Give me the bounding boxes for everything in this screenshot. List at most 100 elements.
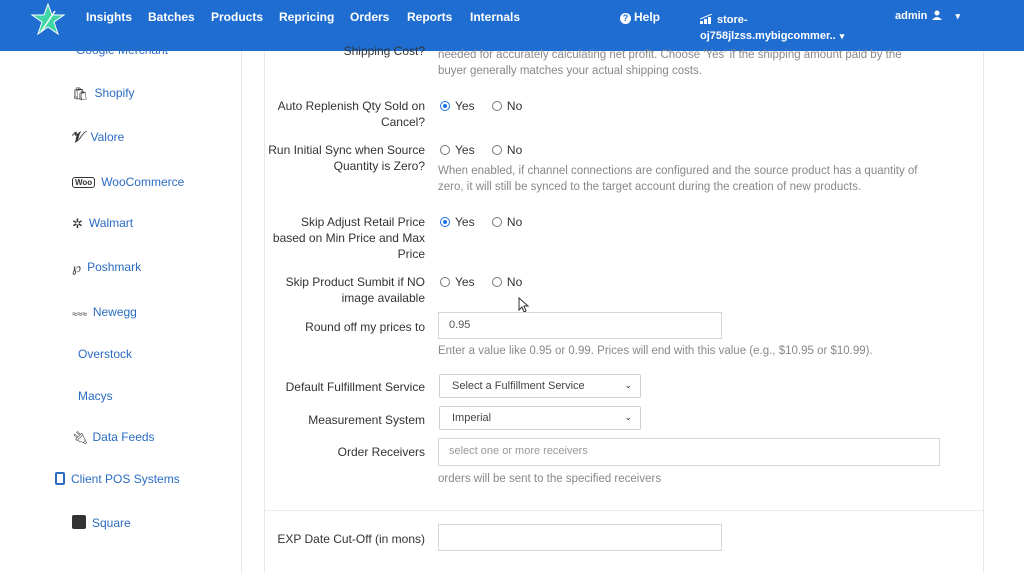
sidebar-item-poshmark[interactable]: ℘ Poshmark xyxy=(72,260,141,276)
skip-submit-label-line2: image available xyxy=(341,291,425,305)
skip-adjust-label: Skip Adjust Retail Price based on Min Pr… xyxy=(255,214,425,262)
nav-internals[interactable]: Internals xyxy=(470,10,520,24)
skip-submit-label: Skip Product Sumbit if NO image availabl… xyxy=(255,274,425,306)
sidebar-item-label: Walmart xyxy=(88,216,134,230)
measurement-select[interactable]: Imperial ⌄ xyxy=(439,406,641,430)
nav-products[interactable]: Products xyxy=(211,10,263,24)
nav-batches[interactable]: Batches xyxy=(148,10,195,24)
radio-empty-icon xyxy=(491,101,502,111)
radio-empty-icon xyxy=(440,145,450,155)
yes-label: Yes xyxy=(455,275,475,289)
auto-replenish-no[interactable]: No xyxy=(491,99,523,113)
chevron-down-icon: ⌄ xyxy=(624,380,632,390)
section-divider xyxy=(264,510,984,511)
exp-date-label: EXP Date Cut-Off (in mons) xyxy=(277,532,425,546)
round-off-input[interactable]: 0.95 xyxy=(438,312,722,339)
admin-caret-icon: ▾ xyxy=(955,11,961,21)
sidebar-item-label: Client POS Systems xyxy=(71,472,180,486)
sidebar-item-woocommerce[interactable]: Woo WooCommerce xyxy=(72,175,184,189)
initial-sync-yes[interactable]: Yes xyxy=(440,143,475,157)
walmart-icon: ✲ xyxy=(72,216,83,231)
measurement-selected-value: Imperial xyxy=(452,412,492,424)
exp-date-input[interactable] xyxy=(438,524,722,551)
help-question-icon: ? xyxy=(620,13,631,24)
auto-replenish-yes[interactable]: Yes xyxy=(440,99,475,113)
admin-menu[interactable]: admin ▾ xyxy=(895,10,960,22)
sidebar-item-overstock[interactable]: Overstock xyxy=(78,347,132,361)
round-off-help: Enter a value like 0.95 or 0.99. Prices … xyxy=(438,345,873,357)
sidebar-item-walmart[interactable]: ✲ Walmart xyxy=(72,216,133,232)
receivers-label: Order Receivers xyxy=(337,445,425,459)
sidebar-item-label: Shopify xyxy=(94,86,135,100)
shipping-help-1: needed for accurately calculating net pr… xyxy=(438,49,902,61)
sidebar-item-square[interactable]: Square xyxy=(72,515,131,530)
sidebar-item-newegg[interactable]: ≈≈≈ Newegg xyxy=(72,305,137,319)
sidebar-item-label: Poshmark xyxy=(87,260,142,274)
settings-form: Shipping Cost? needed for accurately cal… xyxy=(242,44,1024,573)
skip-adjust-label-line1: Skip Adjust Retail Price xyxy=(300,215,425,229)
fulfillment-select[interactable]: Select a Fulfillment Service ⌄ xyxy=(439,374,641,398)
measurement-label: Measurement System xyxy=(308,413,425,427)
yes-label: Yes xyxy=(455,143,475,157)
yes-label: Yes xyxy=(455,215,475,229)
initial-sync-help-2: zero, it will still be synced to the tar… xyxy=(438,181,862,193)
square-icon xyxy=(72,515,86,529)
radio-empty-icon xyxy=(491,217,502,227)
logo-star-icon[interactable] xyxy=(30,2,66,38)
radio-empty-icon xyxy=(440,277,450,287)
initial-sync-label-line1: Run Initial Sync when Source xyxy=(268,143,425,157)
initial-sync-radio-group: Yes No xyxy=(440,143,536,157)
receivers-help: orders will be sent to the specified rec… xyxy=(438,473,662,485)
radio-empty-icon xyxy=(491,277,502,287)
sidebar-item-shopify[interactable]: 🛍 Shopify xyxy=(72,86,135,102)
auto-replenish-radio-group: Yes No xyxy=(440,99,536,113)
valore-icon: 𝒱 xyxy=(72,129,85,146)
store-chart-icon xyxy=(700,14,713,24)
store-caret-icon: ▾ xyxy=(839,31,845,41)
help-link[interactable]: ? Help xyxy=(620,10,660,24)
skip-adjust-yes[interactable]: Yes xyxy=(440,215,475,229)
help-label: Help xyxy=(634,10,661,24)
nav-repricing[interactable]: Repricing xyxy=(279,10,334,24)
store-selector[interactable]: store- oj758jlzss.mybigcommer.. ▾ xyxy=(700,12,844,44)
sidebar-item-google-merchant[interactable]: Google Merchant xyxy=(76,43,168,57)
no-label: No xyxy=(506,99,523,113)
woocommerce-icon: Woo xyxy=(72,177,96,188)
sidebar-item-label: Data Feeds xyxy=(92,430,155,444)
user-icon xyxy=(932,10,943,20)
sidebar-item-label: WooCommerce xyxy=(101,175,185,189)
nav-orders[interactable]: Orders xyxy=(350,10,389,24)
skip-submit-radio-group: Yes No xyxy=(440,275,536,289)
sidebar-item-label: Square xyxy=(92,516,131,530)
sidebar-item-valore[interactable]: 𝒱 Valore xyxy=(72,129,124,146)
skip-submit-yes[interactable]: Yes xyxy=(440,275,475,289)
skip-adjust-label-line3: Price xyxy=(397,247,425,261)
nav-reports[interactable]: Reports xyxy=(407,10,452,24)
store-name-line2: oj758jlzss.mybigcommer.. xyxy=(700,30,836,42)
initial-sync-label: Run Initial Sync when Source Quantity is… xyxy=(255,142,425,174)
sidebar-item-client-pos-systems[interactable]: Client POS Systems xyxy=(55,472,180,486)
no-label: No xyxy=(506,215,523,229)
newegg-icon: ≈≈≈ xyxy=(72,309,87,319)
round-off-label: Round off my prices to xyxy=(305,320,425,334)
sidebar-item-label: Valore xyxy=(90,130,125,144)
initial-sync-no[interactable]: No xyxy=(491,143,522,157)
shipping-help-2: buyer generally matches your actual ship… xyxy=(438,65,703,77)
receivers-input[interactable]: select one or more receivers xyxy=(438,438,940,466)
shipping-cost-label: Shipping Cost? xyxy=(343,44,425,58)
auto-replenish-label-line2: Cancel? xyxy=(380,115,425,129)
initial-sync-help-1: When enabled, if channel connections are… xyxy=(438,165,918,177)
auto-replenish-label: Auto Replenish Qty Sold on Cancel? xyxy=(255,98,425,130)
skip-adjust-no[interactable]: No xyxy=(491,215,523,229)
nav-insights[interactable]: Insights xyxy=(86,10,132,24)
sidebar-item-data-feeds[interactable]: 🔌︎ Data Feeds xyxy=(72,430,155,446)
skip-adjust-label-line2: based on Min Price and Max xyxy=(272,231,425,245)
chevron-down-icon: ⌄ xyxy=(624,412,632,422)
sidebar-item-label: Overstock xyxy=(78,347,133,361)
sidebar-item-macys[interactable]: Macys xyxy=(78,389,113,403)
skip-submit-no[interactable]: No xyxy=(491,275,522,289)
skip-adjust-radio-group: Yes No xyxy=(440,215,536,229)
shopify-icon: 🛍 xyxy=(72,86,89,101)
sidebar: Google Merchant 🛍 Shopify 𝒱 Valore Woo WooC… xyxy=(0,43,242,573)
radio-empty-icon xyxy=(491,145,502,155)
